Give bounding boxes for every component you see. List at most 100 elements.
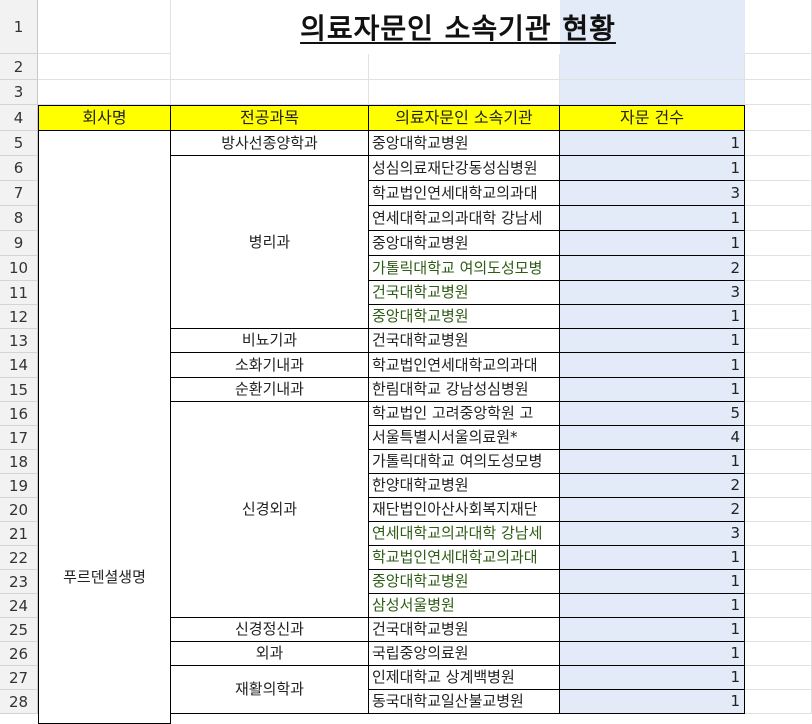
row-header[interactable]: 2 — [0, 54, 38, 80]
department-cell[interactable]: 비뇨기과 — [171, 329, 369, 353]
row-header[interactable]: 13 — [0, 329, 38, 353]
count-cell[interactable]: 3 — [560, 181, 745, 206]
institution-cell[interactable]: 학교법인연세대학교의과대 — [369, 181, 560, 206]
empty-cell[interactable] — [38, 0, 171, 54]
empty-cell[interactable] — [745, 546, 812, 570]
header-count[interactable]: 자문 건수 — [559, 105, 745, 131]
department-cell[interactable]: 소화기내과 — [171, 353, 369, 378]
department-cell[interactable]: 신경정신과 — [171, 618, 369, 642]
spreadsheet-grid[interactable]: 의료자문인 소속기관 현황 1 2 3 4 5 6 7 8 9 10 11 12 13 14 15 16 17 1… — [0, 0, 812, 724]
institution-cell[interactable]: 연세대학교의과대학 강남세 — [369, 522, 560, 546]
count-cell[interactable]: 1 — [560, 690, 745, 714]
row-header[interactable]: 10 — [0, 256, 38, 281]
count-cell[interactable]: 2 — [560, 498, 745, 522]
row-header[interactable]: 11 — [0, 281, 38, 305]
institution-cell[interactable]: 중앙대학교병원 — [369, 131, 560, 156]
row-header[interactable]: 20 — [0, 498, 38, 522]
row-header[interactable]: 19 — [0, 474, 38, 498]
institution-cell[interactable]: 삼성서울병원 — [369, 594, 560, 618]
row-header[interactable]: 23 — [0, 570, 38, 594]
row-header[interactable]: 17 — [0, 426, 38, 450]
row-header[interactable]: 26 — [0, 642, 38, 666]
count-cell[interactable]: 1 — [560, 231, 745, 256]
count-cell[interactable]: 5 — [560, 402, 745, 426]
empty-cell[interactable] — [745, 594, 812, 618]
department-cell[interactable]: 신경외과 — [171, 402, 369, 618]
count-cell[interactable]: 1 — [560, 131, 745, 156]
row-header[interactable]: 3 — [0, 80, 38, 105]
count-cell[interactable]: 1 — [560, 305, 745, 329]
row-header[interactable]: 4 — [0, 105, 38, 131]
empty-cell[interactable] — [745, 131, 812, 156]
department-cell[interactable]: 외과 — [171, 642, 369, 666]
count-cell[interactable]: 1 — [560, 378, 745, 402]
empty-cell[interactable] — [745, 474, 812, 498]
institution-cell[interactable]: 중앙대학교병원 — [369, 570, 560, 594]
empty-cell[interactable] — [745, 206, 812, 231]
empty-cell[interactable] — [745, 105, 812, 131]
empty-cell[interactable] — [560, 80, 745, 105]
institution-cell[interactable]: 중앙대학교병원 — [369, 305, 560, 329]
row-header[interactable]: 15 — [0, 378, 38, 402]
institution-cell[interactable]: 한림대학교 강남성심병원 — [369, 378, 560, 402]
empty-cell[interactable] — [745, 281, 812, 305]
empty-cell[interactable] — [38, 54, 171, 80]
institution-cell[interactable]: 건국대학교병원 — [369, 618, 560, 642]
row-header[interactable]: 6 — [0, 156, 38, 181]
institution-cell[interactable]: 학교법인 고려중앙학원 고 — [369, 402, 560, 426]
empty-cell[interactable] — [745, 426, 812, 450]
count-cell[interactable]: 1 — [560, 546, 745, 570]
empty-cell[interactable] — [745, 642, 812, 666]
institution-cell[interactable]: 한양대학교병원 — [369, 474, 560, 498]
empty-cell[interactable] — [745, 256, 812, 281]
institution-cell[interactable]: 가톨릭대학교 여의도성모병 — [369, 256, 560, 281]
row-header[interactable]: 24 — [0, 594, 38, 618]
header-company[interactable]: 회사명 — [38, 105, 171, 131]
empty-cell[interactable] — [369, 54, 560, 80]
empty-cell[interactable] — [745, 80, 812, 105]
department-cell[interactable]: 순환기내과 — [171, 378, 369, 402]
department-cell[interactable]: 방사선종양학과 — [171, 131, 369, 156]
count-cell[interactable]: 1 — [560, 206, 745, 231]
institution-cell[interactable]: 중앙대학교병원 — [369, 231, 560, 256]
empty-cell[interactable] — [745, 54, 812, 80]
count-cell[interactable]: 3 — [560, 281, 745, 305]
row-header[interactable]: 1 — [0, 0, 38, 54]
department-cell[interactable]: 병리과 — [171, 156, 369, 329]
empty-cell[interactable] — [745, 570, 812, 594]
institution-cell[interactable]: 학교법인연세대학교의과대 — [369, 353, 560, 378]
empty-cell[interactable] — [745, 0, 812, 54]
empty-cell[interactable] — [171, 80, 369, 105]
institution-cell[interactable]: 인제대학교 상계백병원 — [369, 666, 560, 690]
count-cell[interactable]: 1 — [560, 618, 745, 642]
institution-cell[interactable]: 동국대학교일산불교병원 — [369, 690, 560, 714]
row-header[interactable]: 7 — [0, 181, 38, 206]
department-cell[interactable]: 재활의학과 — [171, 666, 369, 714]
empty-cell[interactable] — [171, 54, 369, 80]
count-cell[interactable]: 1 — [560, 642, 745, 666]
count-cell[interactable]: 4 — [560, 426, 745, 450]
count-cell[interactable]: 3 — [560, 522, 745, 546]
row-header[interactable]: 12 — [0, 305, 38, 329]
institution-cell[interactable]: 가톨릭대학교 여의도성모병 — [369, 450, 560, 474]
count-cell[interactable]: 1 — [560, 353, 745, 378]
empty-cell[interactable] — [745, 690, 812, 714]
empty-cell[interactable] — [745, 666, 812, 690]
empty-cell[interactable] — [745, 450, 812, 474]
header-department[interactable]: 전공과목 — [170, 105, 369, 131]
header-institution[interactable]: 의료자문인 소속기관 — [368, 105, 560, 131]
row-header[interactable]: 27 — [0, 666, 38, 690]
empty-cell[interactable] — [745, 305, 812, 329]
row-header[interactable]: 5 — [0, 131, 38, 156]
empty-cell[interactable] — [745, 498, 812, 522]
institution-cell[interactable]: 국립중앙의료원 — [369, 642, 560, 666]
institution-cell[interactable]: 서울특별시서울의료원* — [369, 426, 560, 450]
empty-cell[interactable] — [745, 402, 812, 426]
row-header[interactable]: 8 — [0, 206, 38, 231]
empty-cell[interactable] — [560, 54, 745, 80]
count-cell[interactable]: 2 — [560, 256, 745, 281]
empty-cell[interactable] — [745, 353, 812, 378]
empty-cell[interactable] — [38, 80, 171, 105]
row-header[interactable]: 14 — [0, 353, 38, 378]
institution-cell[interactable]: 건국대학교병원 — [369, 329, 560, 353]
